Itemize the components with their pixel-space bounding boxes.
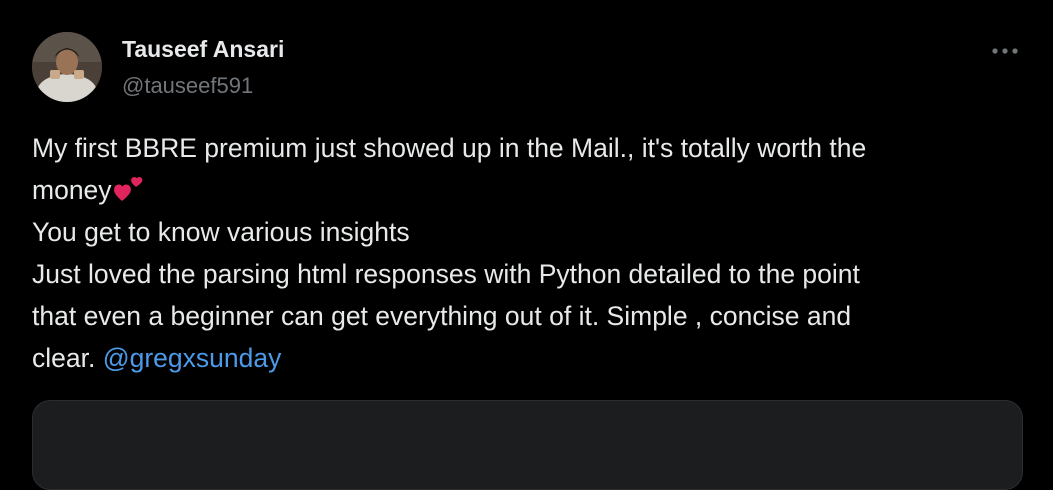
tweet-text-fragment: clear. <box>32 343 103 373</box>
author-avatar[interactable] <box>32 32 102 102</box>
tweet-text-line: My first BBRE premium just showed up in … <box>32 133 867 163</box>
tweet-text-line: Just loved the parsing html responses wi… <box>32 259 860 289</box>
tweet-text: My first BBRE premium just showed up in … <box>32 127 1022 379</box>
tweet-text-line: that even a beginner can get everything … <box>32 301 852 331</box>
author-handle[interactable]: @tauseef591 <box>122 73 253 99</box>
tweet: Tauseef Ansari @tauseef591 My first BBRE… <box>0 0 1053 490</box>
tweet-text-line: clear. @gregxsunday <box>32 337 1022 379</box>
tweet-text-line: money <box>32 169 1022 211</box>
two-hearts-emoji-icon <box>113 176 142 201</box>
mention-link[interactable]: @gregxsunday <box>103 343 282 373</box>
tweet-text-fragment: money <box>32 175 112 205</box>
profile-photo-icon <box>32 32 102 102</box>
more-options-icon <box>992 48 1018 54</box>
author-display-name[interactable]: Tauseef Ansari <box>122 36 284 63</box>
tweet-text-line: You get to know various insights <box>32 217 410 247</box>
media-attachment[interactable] <box>32 400 1023 490</box>
more-options-button[interactable] <box>982 34 1028 68</box>
